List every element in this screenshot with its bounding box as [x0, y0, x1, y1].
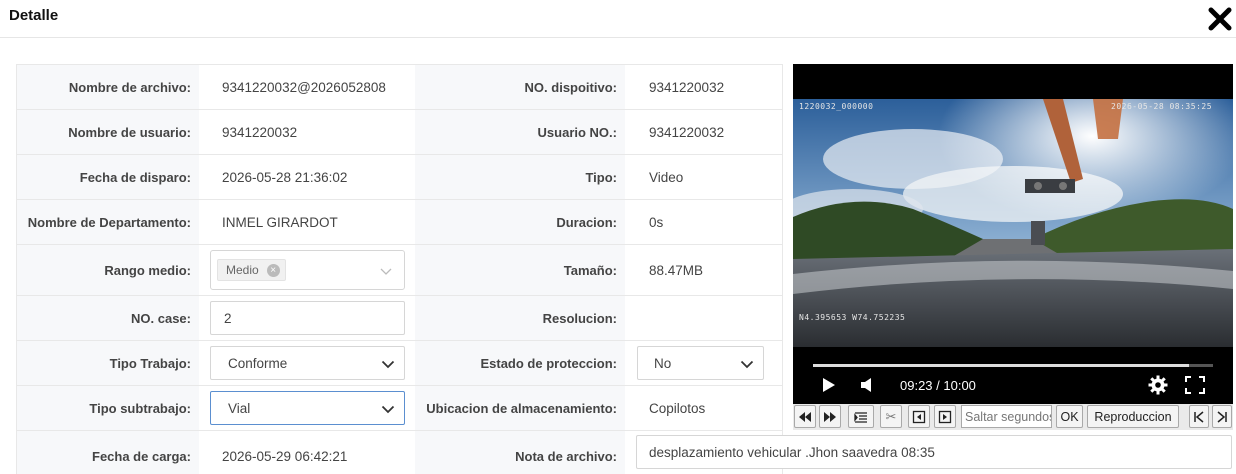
fullscreen-icon[interactable]: [1185, 376, 1205, 399]
settings-gear-icon[interactable]: [1148, 375, 1168, 400]
chevron-down-icon: [381, 405, 395, 414]
dialog-header: Detalle: [0, 0, 1236, 38]
label-trigger-date: Fecha de disparo:: [17, 155, 199, 199]
label-protection-state: Estado de proteccion:: [415, 341, 625, 385]
value-upload-date: 2026-05-29 06:42:21: [222, 448, 348, 464]
volume-icon[interactable]: [860, 377, 874, 398]
fast-forward-icon[interactable]: [819, 405, 841, 428]
row-file-name: Nombre de archivo: 9341220032@2026052808…: [17, 65, 782, 110]
row-subwork-type: Tipo subtrabajo: Vial Ubicacion de almac…: [17, 386, 782, 431]
label-department: Nombre de Departamento:: [17, 200, 199, 244]
label-work-type: Tipo Trabajo:: [17, 341, 199, 385]
value-department: INMEL GIRARDOT: [222, 214, 338, 230]
label-subwork-type: Tipo subtrabajo:: [17, 386, 199, 430]
label-user-name: Nombre de usuario:: [17, 110, 199, 154]
label-upload-date: Fecha de carga:: [17, 431, 199, 474]
progress-fill: [813, 364, 1189, 367]
value-file-name: 9341220032@2026052808: [222, 79, 386, 95]
row-range: Rango medio: Medio × Tamaño: 88.47MB: [17, 245, 782, 296]
work-type-select[interactable]: Conforme: [210, 346, 405, 380]
scissors-icon[interactable]: ✂: [880, 405, 902, 428]
play-icon[interactable]: [822, 377, 836, 398]
overlay-datetime: 2026-05-28 08:35:25: [1111, 102, 1213, 111]
work-type-value: Conforme: [228, 355, 288, 371]
video-player[interactable]: 1220032_000000 2026-05-28 08:35:25 N4.39…: [793, 64, 1233, 404]
playback-button[interactable]: Reproduccion: [1087, 405, 1179, 428]
overlay-device-id: 1220032_000000: [799, 102, 874, 111]
chevron-down-icon: [380, 268, 392, 275]
label-size: Tamaño:: [415, 245, 625, 295]
range-tag: Medio ×: [217, 259, 286, 281]
label-type: Tipo:: [415, 155, 625, 199]
value-user-name: 9341220032: [222, 124, 298, 140]
protection-state-value: No: [654, 355, 672, 371]
video-frame[interactable]: 1220032_000000 2026-05-28 08:35:25 N4.39…: [793, 99, 1233, 347]
chevron-down-icon: [381, 360, 395, 369]
value-user-no: 9341220032: [649, 124, 725, 140]
value-type: Video: [649, 169, 684, 185]
value-duration: 0s: [649, 214, 664, 230]
rewind-icon[interactable]: [794, 405, 816, 428]
file-note-input[interactable]: desplazamiento vehicular .Jhon saavedra …: [636, 435, 1232, 469]
label-file-name: Nombre de archivo:: [17, 65, 199, 109]
dashcam-scene: [793, 99, 1233, 347]
row-trigger-date: Fecha de disparo: 2026-05-28 21:36:02 Ti…: [17, 155, 782, 200]
label-file-note: Nota de archivo:: [415, 431, 625, 474]
row-work-type: Tipo Trabajo: Conforme Estado de protecc…: [17, 341, 782, 386]
case-no-input[interactable]: 2: [210, 301, 405, 335]
overlay-gps: N4.395653 W74.752235: [799, 313, 906, 322]
value-device-no: 9341220032: [649, 79, 725, 95]
subwork-type-value: Vial: [228, 400, 251, 416]
subwork-type-select[interactable]: Vial: [210, 391, 405, 425]
label-device-no: NO. dispoitivo:: [415, 65, 625, 109]
label-user-no: Usuario NO.:: [415, 110, 625, 154]
value-storage-location: Copilotos: [649, 400, 706, 416]
range-multiselect[interactable]: Medio ×: [210, 250, 405, 290]
label-range: Rango medio:: [17, 245, 199, 295]
time-display: 09:23 / 10:00: [900, 378, 976, 393]
player-toolbar: ✂ Saltar segundos OK Reproduccion: [793, 404, 1233, 430]
row-department: Nombre de Departamento: INMEL GIRARDOT D…: [17, 200, 782, 245]
list-icon[interactable]: [848, 405, 874, 428]
tag-remove-icon[interactable]: ×: [266, 264, 280, 277]
progress-bar[interactable]: [813, 364, 1213, 367]
skip-end-icon[interactable]: [1212, 405, 1232, 428]
label-resolution: Resolucion:: [415, 296, 625, 340]
seek-seconds-input[interactable]: Saltar segundos: [961, 405, 1052, 428]
value-size: 88.47MB: [649, 262, 704, 278]
label-duration: Duracion:: [415, 200, 625, 244]
dialog-title: Detalle: [9, 7, 59, 24]
row-user-name: Nombre de usuario: 9341220032 Usuario NO…: [17, 110, 782, 155]
label-storage-location: Ubicacion de almacenamiento:: [415, 386, 625, 430]
value-trigger-date: 2026-05-28 21:36:02: [222, 169, 348, 185]
chevron-down-icon: [740, 360, 754, 369]
range-tag-label: Medio: [226, 263, 259, 277]
label-case-no: NO. case:: [17, 296, 199, 340]
detail-form: Nombre de archivo: 9341220032@2026052808…: [16, 64, 783, 474]
next-frame-icon[interactable]: [934, 405, 956, 428]
prev-frame-icon[interactable]: [908, 405, 930, 428]
skip-start-icon[interactable]: [1189, 405, 1209, 428]
row-case-no: NO. case: 2 Resolucion:: [17, 296, 782, 341]
ok-button[interactable]: OK: [1056, 405, 1083, 428]
protection-state-select[interactable]: No: [637, 346, 764, 380]
close-icon[interactable]: [1207, 6, 1233, 32]
